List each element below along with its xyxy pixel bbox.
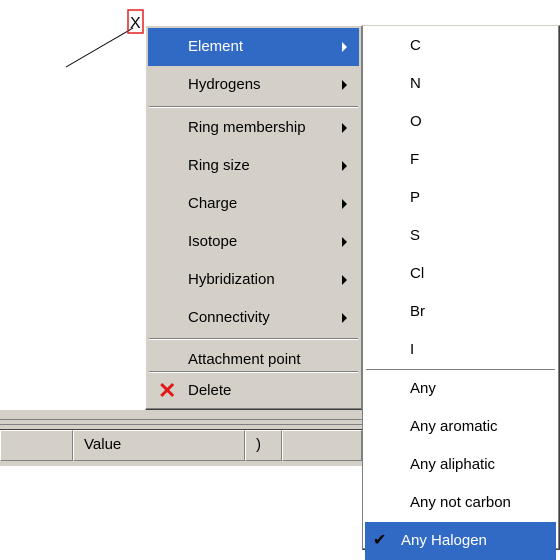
menu-item-label: Hydrogens [188,76,261,93]
submenu-arrow-icon [342,313,347,323]
menu-item-ring-size[interactable]: Ring size [148,147,359,185]
menu-item-label: I [410,341,415,358]
menu-item-delete[interactable]: ✕ Delete [148,372,359,410]
check-icon: ✔ [373,532,387,549]
menu-separator [149,338,358,340]
menu-item-label: N [410,75,421,92]
divider [0,424,410,425]
menu-item-connectivity[interactable]: Connectivity [148,299,359,337]
table-header-label: Value [84,436,122,453]
submenu-item-element[interactable]: C [365,27,556,65]
menu-item-isotope[interactable]: Isotope [148,223,359,261]
submenu-arrow-icon [342,161,347,171]
menu-item-label: Hybridization [188,271,275,288]
menu-item-label: Isotope [188,233,238,250]
menu-item-hydrogens[interactable]: Hydrogens [148,66,359,104]
menu-item-label: Connectivity [188,309,270,326]
menu-item-element[interactable]: Element [148,28,359,66]
submenu-item-element[interactable]: P [365,179,556,217]
submenu-item-any[interactable]: Any [365,370,556,408]
menu-item-label: O [410,113,422,130]
menu-item-label: Any aromatic [410,418,498,435]
menu-item-label: Element [188,38,244,55]
submenu-item-element[interactable]: O [365,103,556,141]
menu-item-charge[interactable]: Charge [148,185,359,223]
submenu-item-any-halogen[interactable]: ✔ Any Halogen [365,522,556,560]
bond-line[interactable] [65,27,134,68]
menu-item-hybridization[interactable]: Hybridization [148,261,359,299]
menu-item-label: C [410,37,421,54]
menu-item-ring-membership[interactable]: Ring membership [148,109,359,147]
submenu-item-element[interactable]: F [365,141,556,179]
submenu-item-element[interactable]: Cl [365,255,556,293]
menu-item-label: Any Halogen [401,532,487,549]
menu-item-label: Delete [188,382,232,399]
submenu-arrow-icon [342,199,347,209]
element-submenu: C N O F P S Cl Br I Any Any aromatic Any… [362,25,560,560]
table-header-value[interactable]: Value [73,430,245,461]
submenu-arrow-icon [342,80,347,90]
submenu-item-any-aliphatic[interactable]: Any aliphatic [365,446,556,484]
submenu-arrow-icon [342,237,347,247]
table-header-label: ) [256,436,261,453]
submenu-item-any-not-carbon[interactable]: Any not carbon [365,484,556,522]
menu-item-label: Any [410,380,436,397]
table-header-paren[interactable]: ) [245,430,282,461]
menu-item-label: Ring membership [188,119,306,136]
menu-item-label: Br [410,303,425,320]
red-x-icon: ✕ [158,378,177,403]
submenu-arrow-icon [342,275,347,285]
submenu-item-element[interactable]: I [365,331,556,369]
query-atom-label: X [130,15,141,32]
menu-item-label: Cl [410,265,425,282]
submenu-item-any-aromatic[interactable]: Any aromatic [365,408,556,446]
menu-item-label: P [410,189,421,206]
submenu-item-element[interactable]: N [365,65,556,103]
submenu-item-element[interactable]: S [365,217,556,255]
menu-item-label: Attachment point [188,351,301,368]
table-header-cell-blank[interactable] [0,430,73,461]
menu-item-label: F [410,151,420,168]
menu-separator [149,106,358,108]
atom-context-menu: Element Hydrogens Ring membership Ring s… [145,25,363,410]
menu-item-label: Any aliphatic [410,456,496,473]
menu-item-label: S [410,227,421,244]
menu-item-label: Charge [188,195,238,212]
table-header-cell-blank[interactable] [282,430,362,461]
submenu-item-element[interactable]: Br [365,293,556,331]
submenu-arrow-icon [342,123,347,133]
divider [0,419,410,420]
submenu-arrow-icon [342,42,347,52]
menu-item-label: Ring size [188,157,250,174]
menu-item-label: Any not carbon [410,494,511,511]
